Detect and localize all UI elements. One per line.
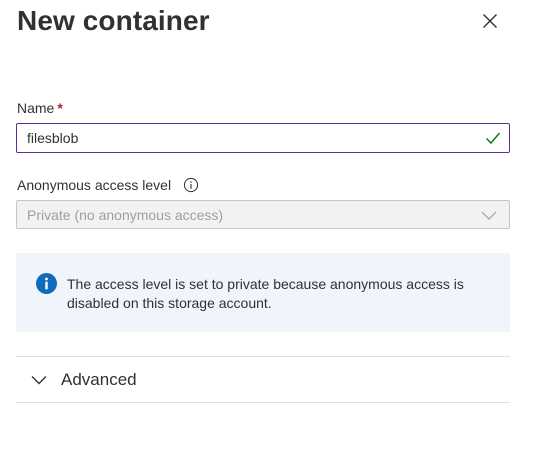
checkmark-icon [485,132,501,145]
close-icon[interactable] [482,13,498,29]
access-level-label: Anonymous access level [17,176,199,194]
panel-title: New container [17,5,210,36]
divider-bottom [16,402,510,403]
info-message-text: The access level is set to private becau… [67,276,464,311]
info-icon[interactable] [183,177,199,193]
chevron-down-icon [31,375,47,384]
access-level-dropdown[interactable]: Private (no anonymous access) [16,200,510,229]
required-marker: * [57,100,63,116]
access-level-label-text: Anonymous access level [17,177,172,193]
close-button[interactable] [476,7,504,35]
name-field-label: Name * [17,99,63,117]
advanced-section-toggle[interactable]: Advanced [16,357,510,402]
name-input[interactable] [17,124,509,152]
info-message-bar: The access level is set to private becau… [16,253,510,332]
info-filled-icon [36,273,57,294]
advanced-section-label: Advanced [61,369,137,389]
name-label-text: Name [17,100,55,116]
name-input-container[interactable] [16,123,510,153]
access-level-selected-value: Private (no anonymous access) [27,207,224,223]
chevron-down-icon [481,211,497,220]
